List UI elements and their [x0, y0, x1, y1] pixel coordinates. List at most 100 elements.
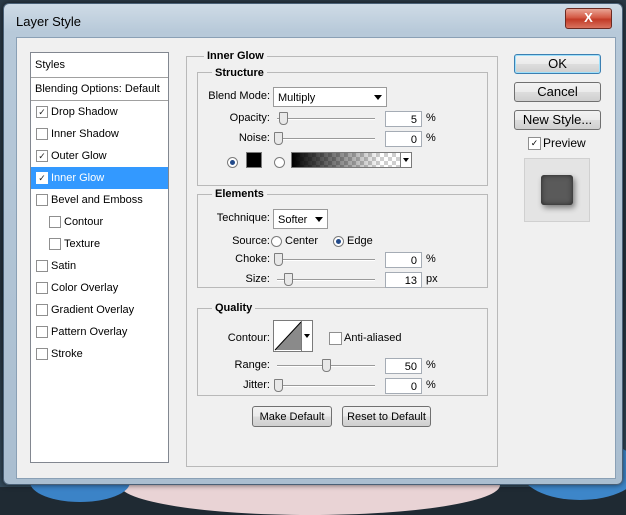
noise-slider-thumb[interactable] [274, 132, 283, 145]
choke-slider[interactable] [277, 259, 375, 261]
blend-mode-select[interactable]: Multiply [273, 87, 387, 107]
structure-title: Structure [212, 67, 267, 79]
source-label: Source: [232, 235, 270, 247]
color-radio[interactable] [227, 157, 238, 168]
style-item-checkbox[interactable] [49, 238, 61, 250]
style-preview-box [524, 158, 590, 222]
blend-mode-label: Blend Mode: [208, 90, 270, 102]
layer-style-dialog: Layer Style X Styles Blending Options: D… [3, 3, 623, 485]
opacity-slider[interactable] [277, 118, 375, 120]
style-item-contour[interactable]: Contour [31, 211, 168, 233]
styles-header[interactable]: Styles [31, 53, 168, 78]
range-slider-thumb[interactable] [322, 359, 331, 372]
chevron-down-icon [374, 95, 382, 100]
close-button[interactable]: X [565, 8, 612, 29]
technique-label: Technique: [216, 212, 270, 224]
blend-mode-value: Multiply [278, 92, 316, 104]
glow-color-swatch[interactable] [246, 152, 262, 168]
style-item-checkbox[interactable] [36, 348, 48, 360]
contour-preview-icon [274, 321, 302, 351]
style-item-label: Outer Glow [51, 150, 107, 162]
style-item-stroke[interactable]: Stroke [31, 343, 168, 365]
elements-title: Elements [212, 188, 267, 200]
cancel-button[interactable]: Cancel [514, 82, 601, 102]
style-item-label: Bevel and Emboss [51, 194, 143, 206]
style-item-label: Satin [51, 260, 77, 272]
ok-button[interactable]: OK [514, 54, 601, 74]
noise-label: Noise: [238, 132, 270, 144]
contour-label: Contour: [227, 332, 270, 344]
style-item-satin[interactable]: Satin [31, 255, 168, 277]
style-item-drop-shadow[interactable]: ✓ Drop Shadow [31, 101, 168, 123]
source-edge-label[interactable]: Edge [347, 235, 373, 247]
styles-list: Styles Blending Options: Default ✓ Drop S… [30, 52, 169, 463]
style-item-label: Color Overlay [51, 282, 119, 294]
style-item-label: Contour [64, 216, 104, 228]
opacity-slider-thumb[interactable] [279, 112, 288, 125]
choke-field[interactable]: 0 [385, 252, 422, 268]
dialog-title: Layer Style [16, 14, 82, 29]
dialog-client-area: Styles Blending Options: Default ✓ Drop S… [16, 37, 616, 479]
gradient-picker[interactable] [291, 152, 412, 168]
style-item-checkbox[interactable]: ✓ [36, 150, 48, 162]
opacity-unit: % [426, 112, 436, 124]
style-item-label: Drop Shadow [51, 106, 118, 118]
style-item-label: Inner Shadow [51, 128, 119, 140]
noise-field[interactable]: 0 [385, 131, 422, 147]
style-item-checkbox[interactable]: ✓ [36, 172, 48, 184]
anti-aliased-checkbox[interactable] [329, 332, 342, 345]
style-item-pattern-overlay[interactable]: Pattern Overlay [31, 321, 168, 343]
new-style-button[interactable]: New Style... [514, 110, 601, 130]
style-item-gradient-overlay[interactable]: Gradient Overlay [31, 299, 168, 321]
contour-dropdown-button[interactable] [301, 321, 312, 351]
jitter-field[interactable]: 0 [385, 378, 422, 394]
noise-unit: % [426, 132, 436, 144]
style-item-inner-glow[interactable]: ✓ Inner Glow [31, 167, 168, 189]
range-unit: % [426, 359, 436, 371]
jitter-slider[interactable] [277, 385, 375, 387]
quality-title: Quality [212, 302, 256, 314]
gradient-dropdown-button[interactable] [400, 153, 411, 167]
source-center-label[interactable]: Center [285, 235, 318, 247]
choke-label: Choke: [235, 253, 270, 265]
style-item-bevel-and-emboss[interactable]: Bevel and Emboss [31, 189, 168, 211]
blending-options-item[interactable]: Blending Options: Default [31, 78, 168, 101]
make-default-button[interactable]: Make Default [252, 406, 332, 427]
style-item-label: Pattern Overlay [51, 326, 128, 338]
style-item-outer-glow[interactable]: ✓ Outer Glow [31, 145, 168, 167]
noise-slider[interactable] [277, 138, 375, 140]
jitter-label: Jitter: [243, 379, 270, 391]
choke-slider-thumb[interactable] [274, 253, 283, 266]
style-item-checkbox[interactable] [36, 304, 48, 316]
style-item-checkbox[interactable] [49, 216, 61, 228]
style-item-checkbox[interactable] [36, 194, 48, 206]
style-item-inner-shadow[interactable]: Inner Shadow [31, 123, 168, 145]
style-item-checkbox[interactable] [36, 128, 48, 140]
chevron-down-icon [315, 217, 323, 222]
gradient-radio[interactable] [274, 157, 285, 168]
source-edge-radio[interactable] [333, 236, 344, 247]
technique-select[interactable]: Softer [273, 209, 328, 229]
preview-checkbox[interactable]: ✓ [528, 137, 541, 150]
style-item-texture[interactable]: Texture [31, 233, 168, 255]
contour-picker[interactable] [273, 320, 313, 352]
source-center-radio[interactable] [271, 236, 282, 247]
chevron-down-icon [403, 158, 409, 162]
style-item-checkbox[interactable] [36, 260, 48, 272]
size-slider-thumb[interactable] [284, 273, 293, 286]
preview-label[interactable]: Preview [543, 136, 586, 150]
technique-value: Softer [278, 214, 308, 226]
style-items: ✓ Drop Shadow Inner Shadow ✓ Outer Glow ✓ Inne… [31, 101, 168, 365]
anti-aliased-label[interactable]: Anti-aliased [344, 332, 401, 344]
range-field[interactable]: 50 [385, 358, 422, 374]
jitter-slider-thumb[interactable] [274, 379, 283, 392]
size-field[interactable]: 13 [385, 272, 422, 288]
choke-unit: % [426, 253, 436, 265]
style-item-checkbox[interactable] [36, 282, 48, 294]
size-label: Size: [245, 273, 270, 285]
style-item-color-overlay[interactable]: Color Overlay [31, 277, 168, 299]
style-item-checkbox[interactable] [36, 326, 48, 338]
opacity-field[interactable]: 5 [385, 111, 422, 127]
style-item-checkbox[interactable]: ✓ [36, 106, 48, 118]
reset-to-default-button[interactable]: Reset to Default [342, 406, 431, 427]
